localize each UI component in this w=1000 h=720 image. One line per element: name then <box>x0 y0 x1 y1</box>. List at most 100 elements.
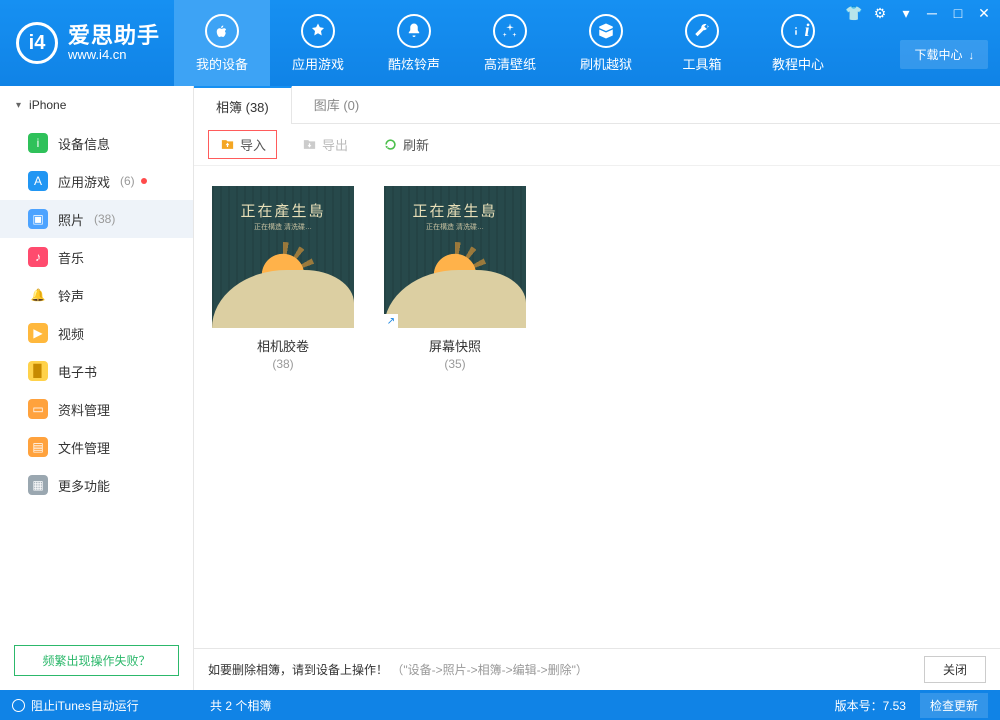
nav-wallpapers[interactable]: 高清壁纸 <box>462 0 558 86</box>
photo-icon: ▣ <box>28 209 48 229</box>
hint-bar: 如要删除相簿，请到设备上操作！ （"设备->照片->相簿->编辑->删除"） 关… <box>194 648 1000 690</box>
sidebar-item-label: 铃声 <box>58 286 84 305</box>
circle-icon <box>12 699 25 712</box>
itunes-label: 阻止iTunes自动运行 <box>31 697 139 714</box>
export-icon <box>301 137 317 153</box>
bell-icon <box>397 14 431 48</box>
sidebar-item-apps[interactable]: A 应用游戏 (6) <box>0 162 193 200</box>
window-controls: 👕 ⚙ ▾ ─ □ ✕ <box>844 4 994 22</box>
album-count: (35) <box>384 357 526 371</box>
nav-label: 酷炫铃声 <box>388 54 440 73</box>
nav-apps[interactable]: 应用游戏 <box>270 0 366 86</box>
contact-icon: ▭ <box>28 399 48 419</box>
help-link[interactable]: 频繁出现操作失败？ <box>14 645 179 676</box>
version-number: 7.53 <box>883 699 906 713</box>
download-center-button[interactable]: 下载中心 <box>900 40 988 69</box>
sidebar-item-photos[interactable]: ▣ 照片 (38) <box>0 200 193 238</box>
tab-library[interactable]: 图库 (0) <box>292 86 382 123</box>
app-logo: i4 爱思助手 www.i4.cn <box>0 0 174 86</box>
status-bar: 阻止iTunes自动运行 共 2 个相簿 版本号：7.53 检查更新 <box>0 690 1000 720</box>
sidebar-item-label: 文件管理 <box>58 438 110 457</box>
nav-label: 工具箱 <box>683 54 722 73</box>
refresh-button[interactable]: 刷新 <box>372 131 439 158</box>
apple-icon <box>205 14 239 48</box>
nav-toolbox[interactable]: 工具箱 <box>654 0 750 86</box>
sidebar-item-label: 设备信息 <box>58 134 110 153</box>
device-name: iPhone <box>29 98 66 112</box>
album-grid: 正在產生島 正在構造 清洗碟… 相机胶卷 (38) 正在產生島 正在構造 清洗碟… <box>194 166 1000 648</box>
notification-dot-icon <box>141 178 147 184</box>
sidebar-item-files[interactable]: ▤ 文件管理 <box>0 428 193 466</box>
device-header[interactable]: ▾ iPhone <box>0 86 193 124</box>
sidebar-item-ringtones[interactable]: 🔔 铃声 <box>0 276 193 314</box>
album-thumbnail: 正在產生島 正在構造 清洗碟… <box>212 186 354 328</box>
album-thumbnail: 正在產生島 正在構造 清洗碟… ↗ <box>384 186 526 328</box>
sidebar-item-ebooks[interactable]: ▉ 电子书 <box>0 352 193 390</box>
maximize-icon[interactable]: □ <box>948 4 968 22</box>
book-icon: ▉ <box>28 361 48 381</box>
import-button[interactable]: 导入 <box>208 130 277 159</box>
album-name: 屏幕快照 <box>384 336 526 355</box>
gear-icon[interactable]: ⚙ <box>870 4 890 22</box>
nav-ringtones[interactable]: 酷炫铃声 <box>366 0 462 86</box>
content-area: 相簿 (38) 图库 (0) 导入 导出 刷新 正在產生島 正在構 <box>194 86 1000 690</box>
sidebar-item-device-info[interactable]: i 设备信息 <box>0 124 193 162</box>
content-tabs: 相簿 (38) 图库 (0) <box>194 86 1000 124</box>
shirt-icon[interactable]: 👕 <box>844 4 864 22</box>
sidebar: ▾ iPhone i 设备信息 A 应用游戏 (6) ▣ 照片 (38) ♪ 音… <box>0 86 194 690</box>
file-icon: ▤ <box>28 437 48 457</box>
logo-icon: i4 <box>16 22 58 64</box>
import-label: 导入 <box>240 135 266 154</box>
nav-label: 应用游戏 <box>292 54 344 73</box>
appstore-icon: A <box>28 171 48 191</box>
main-nav: 我的设备 应用游戏 酷炫铃声 高清壁纸 刷机越狱 工具箱 i 教程中心 <box>174 0 846 86</box>
album-name: 相机胶卷 <box>212 336 354 355</box>
sidebar-item-label: 照片 <box>58 210 84 229</box>
thumb-subtitle: 正在構造 清洗碟… <box>212 222 354 232</box>
sidebar-item-label: 更多功能 <box>58 476 110 495</box>
nav-label: 我的设备 <box>196 54 248 73</box>
sidebar-item-data[interactable]: ▭ 资料管理 <box>0 390 193 428</box>
import-icon <box>219 137 235 153</box>
info-icon: i <box>28 133 48 153</box>
sidebar-item-label: 视频 <box>58 324 84 343</box>
album-count: (38) <box>212 357 354 371</box>
hint-path: （"设备->照片->相簿->编辑->删除"） <box>391 663 588 677</box>
hint-text: 如要删除相簿，请到设备上操作！ <box>208 663 388 677</box>
app-title: 爱思助手 <box>68 24 160 48</box>
nav-my-device[interactable]: 我的设备 <box>174 0 270 86</box>
album-item[interactable]: 正在產生島 正在構造 清洗碟… ↗ 屏幕快照 (35) <box>384 186 526 371</box>
minimize-icon[interactable]: ─ <box>922 4 942 22</box>
sparkle-icon <box>493 14 527 48</box>
menu-icon[interactable]: ▾ <box>896 4 916 22</box>
version-label: 版本号： <box>835 699 883 713</box>
thumb-title: 正在產生島 <box>384 200 526 221</box>
box-icon <box>589 14 623 48</box>
wrench-icon <box>685 14 719 48</box>
sidebar-item-label: 资料管理 <box>58 400 110 419</box>
music-icon: ♪ <box>28 247 48 267</box>
sidebar-item-count: (38) <box>94 212 115 226</box>
refresh-label: 刷新 <box>403 135 429 154</box>
sidebar-item-music[interactable]: ♪ 音乐 <box>0 238 193 276</box>
close-button[interactable]: 关闭 <box>924 656 986 683</box>
nav-label: 教程中心 <box>772 54 824 73</box>
toolbar: 导入 导出 刷新 <box>194 124 1000 166</box>
nav-tutorials[interactable]: i 教程中心 <box>750 0 846 86</box>
itunes-toggle[interactable]: 阻止iTunes自动运行 <box>12 697 194 714</box>
sidebar-item-label: 音乐 <box>58 248 84 267</box>
album-item[interactable]: 正在產生島 正在構造 清洗碟… 相机胶卷 (38) <box>212 186 354 371</box>
sidebar-item-videos[interactable]: ▶ 视频 <box>0 314 193 352</box>
thumb-subtitle: 正在構造 清洗碟… <box>384 222 526 232</box>
close-icon[interactable]: ✕ <box>974 4 994 22</box>
check-update-button[interactable]: 检查更新 <box>920 693 988 718</box>
sidebar-item-count: (6) <box>120 174 135 188</box>
sidebar-item-label: 电子书 <box>58 362 97 381</box>
shortcut-icon: ↗ <box>384 314 398 328</box>
refresh-icon <box>382 137 398 153</box>
tab-albums[interactable]: 相簿 (38) <box>194 86 292 124</box>
export-button: 导出 <box>291 131 358 158</box>
nav-jailbreak[interactable]: 刷机越狱 <box>558 0 654 86</box>
sidebar-item-more[interactable]: ▦ 更多功能 <box>0 466 193 504</box>
status-summary: 共 2 个相簿 <box>194 697 835 714</box>
